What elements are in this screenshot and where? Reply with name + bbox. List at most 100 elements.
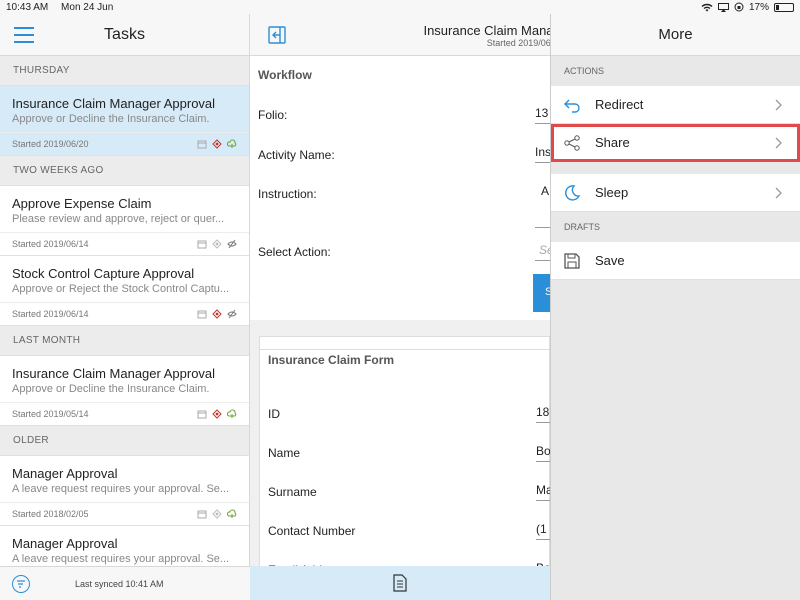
section-header: THURSDAY: [0, 56, 249, 86]
task-status-icons: [197, 409, 237, 419]
moon-icon: [565, 184, 581, 201]
workflow-card: Workflow Folio: 13 Activity Name: Ins In…: [250, 56, 555, 320]
calendar-icon: [197, 140, 207, 149]
hamburger-menu-icon[interactable]: [14, 27, 34, 43]
tasks-panel: Tasks THURSDAY Insurance Claim Manager Ap…: [0, 14, 250, 600]
document-icon[interactable]: [393, 574, 407, 592]
task-title: Approve Expense Claim: [12, 196, 152, 211]
section-header: LAST MONTH: [0, 326, 249, 356]
section-header: OLDER: [0, 426, 249, 456]
actions-section-label: ACTIONS: [551, 56, 800, 86]
more-panel: More ACTIONS Redirect Share Sleep DRAFTS…: [550, 14, 800, 600]
form-field-input[interactable]: Bo: [536, 440, 551, 462]
task-started: Started 2019/06/14: [12, 309, 89, 319]
section-header: TWO WEEKS AGO: [0, 156, 249, 186]
status-time: 10:43 AM: [6, 1, 49, 13]
task-description: Approve or Decline the Insurance Claim.: [12, 113, 210, 125]
screen-mirror-icon: [717, 2, 729, 12]
activity-name-label: Activity Name:: [258, 148, 335, 162]
sort-icon[interactable]: [12, 574, 30, 593]
priority-icon: [212, 309, 222, 319]
instruction-label: Instruction:: [258, 187, 317, 201]
folio-label: Folio:: [258, 108, 288, 122]
task-list: THURSDAY Insurance Claim Manager Approval…: [0, 56, 249, 596]
task-footer: Started 2019/06/14: [12, 307, 237, 321]
form-field-input[interactable]: Ma: [536, 479, 551, 501]
task-description: Approve or Decline the Insurance Claim.: [12, 383, 210, 395]
status-bar: 10:43 AM Mon 24 Jun 17%: [0, 0, 800, 14]
divider: [0, 232, 249, 233]
detail-footer: [250, 566, 550, 600]
task-title: Manager Approval: [12, 466, 118, 481]
share-icon: [564, 134, 580, 151]
task-title: Manager Approval: [12, 536, 118, 551]
chevron-right-icon: [775, 187, 782, 199]
share-menu-item[interactable]: Share: [551, 124, 800, 162]
eye-slash-icon: [227, 309, 237, 319]
cloud-sync-icon: [227, 409, 237, 418]
task-description: A leave request requires your approval. …: [12, 553, 230, 565]
form-title: Insurance Claim Form: [268, 353, 395, 367]
form-field-input[interactable]: (1: [536, 518, 551, 540]
collapse-panel-icon[interactable]: [268, 26, 286, 44]
task-list-item[interactable]: Approve Expense Claim Please review and a…: [0, 186, 249, 256]
divider: [0, 132, 249, 133]
task-footer: Started 2019/06/20: [12, 137, 237, 151]
divider: [260, 349, 549, 350]
battery-level: [776, 4, 780, 10]
chevron-right-icon: [775, 99, 782, 111]
task-description: A leave request requires your approval. …: [12, 483, 230, 495]
tasks-title: Tasks: [104, 25, 145, 43]
calendar-icon: [197, 510, 207, 519]
wifi-icon: [701, 3, 713, 11]
task-description: Approve or Reject the Stock Control Capt…: [12, 283, 230, 295]
more-title: More: [551, 14, 800, 56]
task-started: Started 2019/06/20: [12, 139, 89, 149]
task-footer: Started 2019/05/14: [12, 407, 237, 421]
calendar-icon: [197, 310, 207, 319]
insurance-claim-form: Insurance Claim Form ID 18 Name Bo Surname Ma…: [259, 336, 551, 588]
form-field-label: Contact Number: [268, 524, 356, 538]
lock-rotation-icon: [734, 2, 744, 12]
save-menu-item[interactable]: Save: [551, 242, 800, 280]
priority-icon: [212, 139, 222, 149]
task-footer: Started 2018/02/05: [12, 507, 237, 521]
share-label: Share: [595, 135, 630, 150]
sleep-label: Sleep: [595, 185, 629, 200]
cloud-sync-icon: [227, 139, 237, 148]
priority-icon: [212, 239, 222, 249]
workflow-label: Workflow: [258, 68, 312, 82]
priority-icon: [212, 409, 222, 419]
save-label: Save: [595, 253, 625, 268]
redirect-menu-item[interactable]: Redirect: [551, 86, 800, 124]
form-field-label: ID: [268, 407, 280, 421]
task-started: Started 2019/06/14: [12, 239, 89, 249]
form-field-input[interactable]: 18: [536, 401, 551, 423]
task-status-icons: [197, 139, 237, 149]
select-action-label: Select Action:: [258, 245, 331, 259]
status-date: Mon 24 Jun: [61, 1, 114, 13]
form-field-label: Name: [268, 446, 301, 460]
cloud-sync-icon: [227, 509, 237, 518]
save-icon: [564, 252, 580, 269]
task-list-item[interactable]: Insurance Claim Manager Approval Approve …: [0, 356, 249, 426]
tasks-header: Tasks: [0, 14, 249, 56]
task-footer: Started 2019/06/14: [12, 237, 237, 251]
battery-icon: [774, 2, 794, 12]
form-field-label: Surname: [268, 485, 317, 499]
divider: [0, 402, 249, 403]
task-list-item[interactable]: Stock Control Capture Approval Approve or…: [0, 256, 249, 326]
sleep-menu-item[interactable]: Sleep: [551, 174, 800, 212]
task-started: Started 2018/02/05: [12, 509, 89, 519]
task-title: Insurance Claim Manager Approval: [12, 96, 216, 111]
drafts-section-label: DRAFTS: [551, 212, 800, 242]
redirect-label: Redirect: [595, 97, 644, 112]
task-started: Started 2019/05/14: [12, 409, 89, 419]
task-list-item[interactable]: Insurance Claim Manager Approval Approve …: [0, 86, 249, 156]
divider: [0, 302, 249, 303]
redirect-icon: [564, 99, 580, 113]
task-list-item[interactable]: Manager Approval A leave request requires…: [0, 456, 249, 526]
task-status-icons: [197, 509, 237, 519]
task-title: Stock Control Capture Approval: [12, 266, 195, 281]
